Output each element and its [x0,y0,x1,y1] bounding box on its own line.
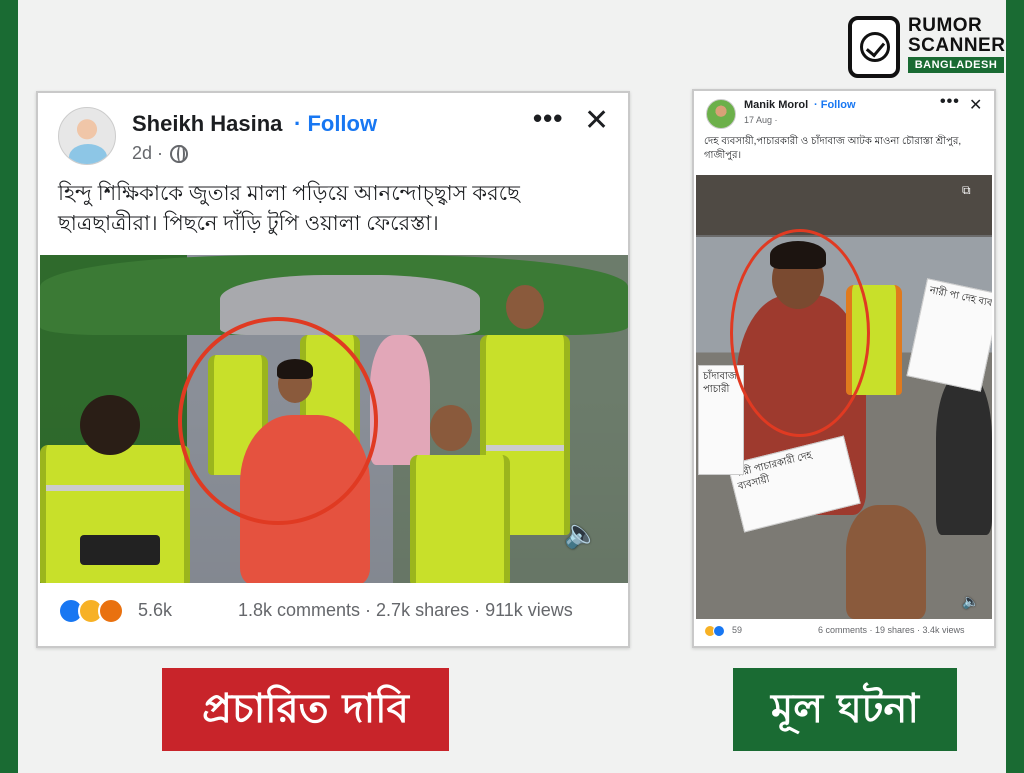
post-text: দেহ ব্যবসায়ী,পাচারকারী ও চাঁদাবাজ আটক ম… [704,136,962,161]
engagement-stats[interactable]: 1.8k comments · 2.7k shares · 911k views [238,600,573,621]
phone-check-icon [848,16,900,78]
hand [846,505,926,619]
author-name[interactable]: Manik Morol [744,99,808,111]
person-head [80,395,140,455]
placard-sign: নারী পা দেহ ব্যব [906,278,992,392]
reactions-count[interactable]: 5.6k [138,600,172,621]
person-dark [936,375,992,535]
post-video[interactable]: নারী পাচারকারী দেহ ব্যবসায়ী নারী পা দেহ… [696,175,992,619]
post-video[interactable]: 🔈 [40,255,628,583]
engagement-stats[interactable]: 6 comments · 19 shares · 3.4k views [818,625,965,635]
vest-person [410,455,510,583]
post-text: হিন্দু শিক্ষিকাকে জুতার মালা পড়িয়ে আনন… [58,182,520,236]
follow-link[interactable]: · Follow [294,111,377,137]
check-icon [860,32,890,62]
author-avatar[interactable] [706,99,736,129]
logo-text-rumor: RUMOR [908,15,983,36]
actual-post-card: Manik Morol · Follow 17 Aug · ••• ✕ দেহ … [692,89,996,648]
post-time[interactable]: 17 Aug · [744,115,778,125]
globe-icon [170,145,188,163]
follow-link[interactable]: · Follow [814,99,856,111]
phone-in-hand [80,535,160,565]
close-icon[interactable]: ✕ [969,95,982,115]
right-border-bar [1006,0,1024,773]
author-name[interactable]: Sheikh Hasina [132,111,282,137]
claim-post-card: Sheikh Hasina · Follow 2d · ••• ✕ হিন্দু… [36,91,630,648]
logo-text-bangladesh: BANGLADESH [908,57,1004,73]
highlight-circle [730,229,870,437]
reaction-icons[interactable] [704,625,730,637]
author-avatar[interactable] [58,107,116,165]
left-border-bar [0,0,18,773]
close-icon[interactable]: ✕ [584,103,609,138]
person-head [430,405,472,451]
speaker-icon[interactable]: 🔈 [962,593,979,610]
claim-label: প্রচারিত দাবি [162,668,449,751]
overpass-background [696,175,992,235]
like-icon [713,625,725,637]
person-head [506,285,544,329]
speaker-icon[interactable]: 🔈 [564,517,599,550]
angry-icon [98,598,124,624]
reactions-count[interactable]: 59 [732,625,742,635]
person-pink [370,335,430,465]
more-options-icon[interactable]: ••• [533,103,563,134]
post-time[interactable]: 2d · [132,143,163,164]
picture-in-picture-icon[interactable]: ⧉ [962,183,971,198]
rumor-scanner-logo: RUMOR SCANNER BANGLADESH [846,14,1006,80]
more-options-icon[interactable]: ••• [940,93,960,111]
highlight-circle [178,317,378,525]
reaction-icons[interactable] [58,598,138,624]
actual-label: মূল ঘটনা [733,668,957,751]
logo-text-scanner: SCANNER [908,35,1006,56]
